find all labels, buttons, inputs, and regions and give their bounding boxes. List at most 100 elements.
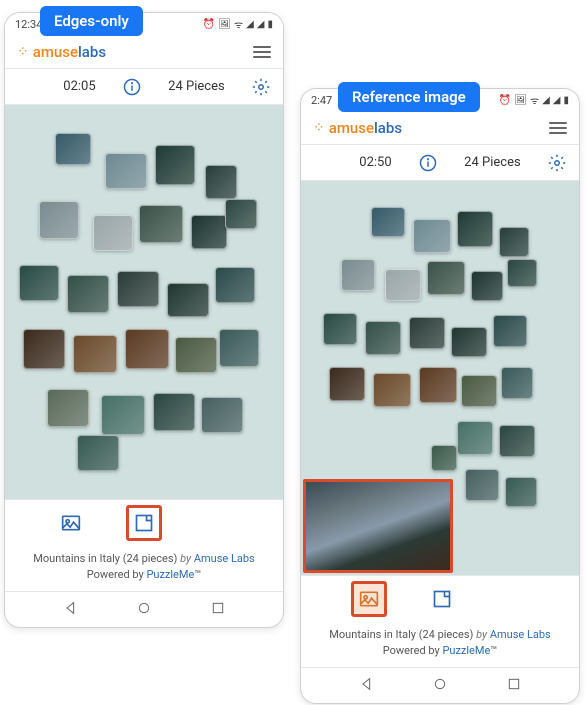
edges-only-button[interactable] (426, 583, 458, 615)
puzzle-piece[interactable] (431, 445, 457, 471)
by-text: by (476, 628, 487, 641)
puzzle-piece[interactable] (47, 389, 89, 427)
puzzle-piece[interactable] (329, 367, 365, 401)
puzzle-piece[interactable] (215, 267, 255, 303)
puzzle-piece[interactable] (155, 145, 195, 185)
puzzle-piece[interactable] (105, 153, 147, 189)
puzzle-piece[interactable] (461, 375, 497, 407)
puzzle-piece[interactable] (205, 165, 237, 199)
puzzle-piece[interactable] (457, 421, 493, 455)
game-toolbar: 02:05 24 Pieces (5, 69, 283, 105)
logo-icon: ⁘ (313, 120, 325, 136)
puzzle-play-area[interactable] (301, 181, 579, 575)
battery-icon: ▮ (563, 95, 569, 106)
powered-text: Powered by (383, 644, 440, 657)
puzzle-piece[interactable] (373, 373, 411, 407)
reference-image-button[interactable] (351, 581, 387, 617)
puzzle-piece[interactable] (201, 397, 243, 433)
puzzle-piece[interactable] (501, 367, 533, 399)
nav-recent-icon[interactable] (506, 676, 522, 696)
phone-reference: 2:47 ⏰ 🖼 ᯤ ◢ ◢ ▮ ⁘ amuselabs 02:50 24 Pi… (300, 88, 580, 704)
alarm-icon: ⏰ (499, 95, 511, 106)
reference-image-button[interactable] (55, 507, 87, 539)
wifi-icon: ᯤ (234, 17, 243, 31)
puzzle-piece[interactable] (19, 265, 59, 301)
puzzle-piece[interactable] (39, 201, 79, 239)
puzzle-piece[interactable] (153, 393, 195, 431)
brand-logo[interactable]: ⁘ amuselabs (313, 119, 402, 137)
timer-label: 02:50 (359, 155, 391, 170)
nav-recent-icon[interactable] (210, 600, 226, 620)
puzzle-piece[interactable] (167, 283, 209, 317)
timer-label: 02:05 (63, 79, 95, 94)
puzzle-piece[interactable] (175, 337, 217, 373)
brand-text-labs: labs (78, 43, 106, 61)
puzzle-piece[interactable] (117, 271, 159, 307)
puzzle-piece[interactable] (365, 321, 401, 355)
brand-logo[interactable]: ⁘ amuselabs (17, 43, 106, 61)
puzzle-piece[interactable] (493, 315, 527, 347)
puzzle-piece[interactable] (419, 367, 457, 403)
info-icon[interactable] (418, 153, 438, 173)
badge-reference-image: Reference image (338, 82, 480, 112)
product-link[interactable]: PuzzleMe (146, 568, 194, 581)
bottom-icon-bar (301, 575, 579, 621)
powered-text: Powered by (87, 568, 144, 581)
puzzle-piece[interactable] (93, 215, 133, 251)
pieces-label: 24 Pieces (168, 79, 225, 94)
nav-back-icon[interactable] (63, 600, 79, 620)
puzzle-piece[interactable] (385, 269, 421, 301)
puzzle-title: Mountains in Italy (24 pieces) (33, 552, 177, 565)
brand-bar: ⁘ amuselabs (5, 35, 283, 69)
reference-image-overlay[interactable] (303, 479, 453, 573)
hamburger-icon[interactable] (549, 122, 567, 134)
puzzle-piece[interactable] (457, 211, 493, 247)
puzzle-piece[interactable] (371, 207, 405, 237)
nav-home-icon[interactable] (136, 600, 152, 620)
puzzle-piece[interactable] (139, 205, 183, 243)
puzzle-piece[interactable] (341, 259, 375, 291)
puzzle-piece[interactable] (427, 261, 465, 295)
puzzle-piece[interactable] (409, 317, 445, 349)
puzzle-piece[interactable] (73, 335, 117, 373)
image-icon: 🖼 (218, 19, 231, 30)
puzzle-piece[interactable] (499, 425, 535, 457)
puzzle-piece[interactable] (77, 435, 119, 471)
menu-icon[interactable] (313, 153, 333, 173)
edges-only-button[interactable] (126, 505, 162, 541)
brand-text-amuse: amuse (329, 119, 374, 137)
brand-text-labs: labs (374, 119, 402, 137)
puzzle-piece[interactable] (471, 271, 503, 301)
info-icon[interactable] (122, 77, 142, 97)
bottom-icon-bar (5, 499, 283, 545)
puzzle-piece[interactable] (23, 329, 65, 369)
author-link[interactable]: Amuse Labs (490, 628, 551, 641)
puzzle-piece[interactable] (219, 329, 259, 367)
status-time: 12:34 (15, 18, 42, 31)
nav-back-icon[interactable] (359, 676, 375, 696)
puzzle-piece[interactable] (499, 227, 529, 257)
gear-icon[interactable] (547, 153, 567, 173)
trademark: ™ (490, 644, 497, 657)
puzzle-piece[interactable] (507, 259, 537, 287)
puzzle-piece[interactable] (101, 395, 145, 435)
author-link[interactable]: Amuse Labs (194, 552, 255, 565)
puzzle-piece[interactable] (125, 329, 169, 369)
product-link[interactable]: PuzzleMe (442, 644, 490, 657)
puzzle-piece[interactable] (55, 133, 91, 165)
puzzle-title: Mountains in Italy (24 pieces) (329, 628, 473, 641)
puzzle-piece[interactable] (465, 469, 499, 501)
menu-icon[interactable] (17, 77, 37, 97)
puzzle-piece[interactable] (67, 275, 109, 313)
puzzle-piece[interactable] (225, 199, 257, 229)
puzzle-piece[interactable] (451, 327, 487, 357)
hamburger-icon[interactable] (253, 46, 271, 58)
pieces-label: 24 Pieces (464, 155, 521, 170)
puzzle-piece[interactable] (191, 215, 227, 249)
puzzle-play-area[interactable] (5, 105, 283, 499)
puzzle-piece[interactable] (323, 313, 357, 345)
puzzle-piece[interactable] (413, 219, 451, 253)
nav-home-icon[interactable] (432, 676, 448, 696)
gear-icon[interactable] (251, 77, 271, 97)
puzzle-piece[interactable] (505, 477, 537, 507)
